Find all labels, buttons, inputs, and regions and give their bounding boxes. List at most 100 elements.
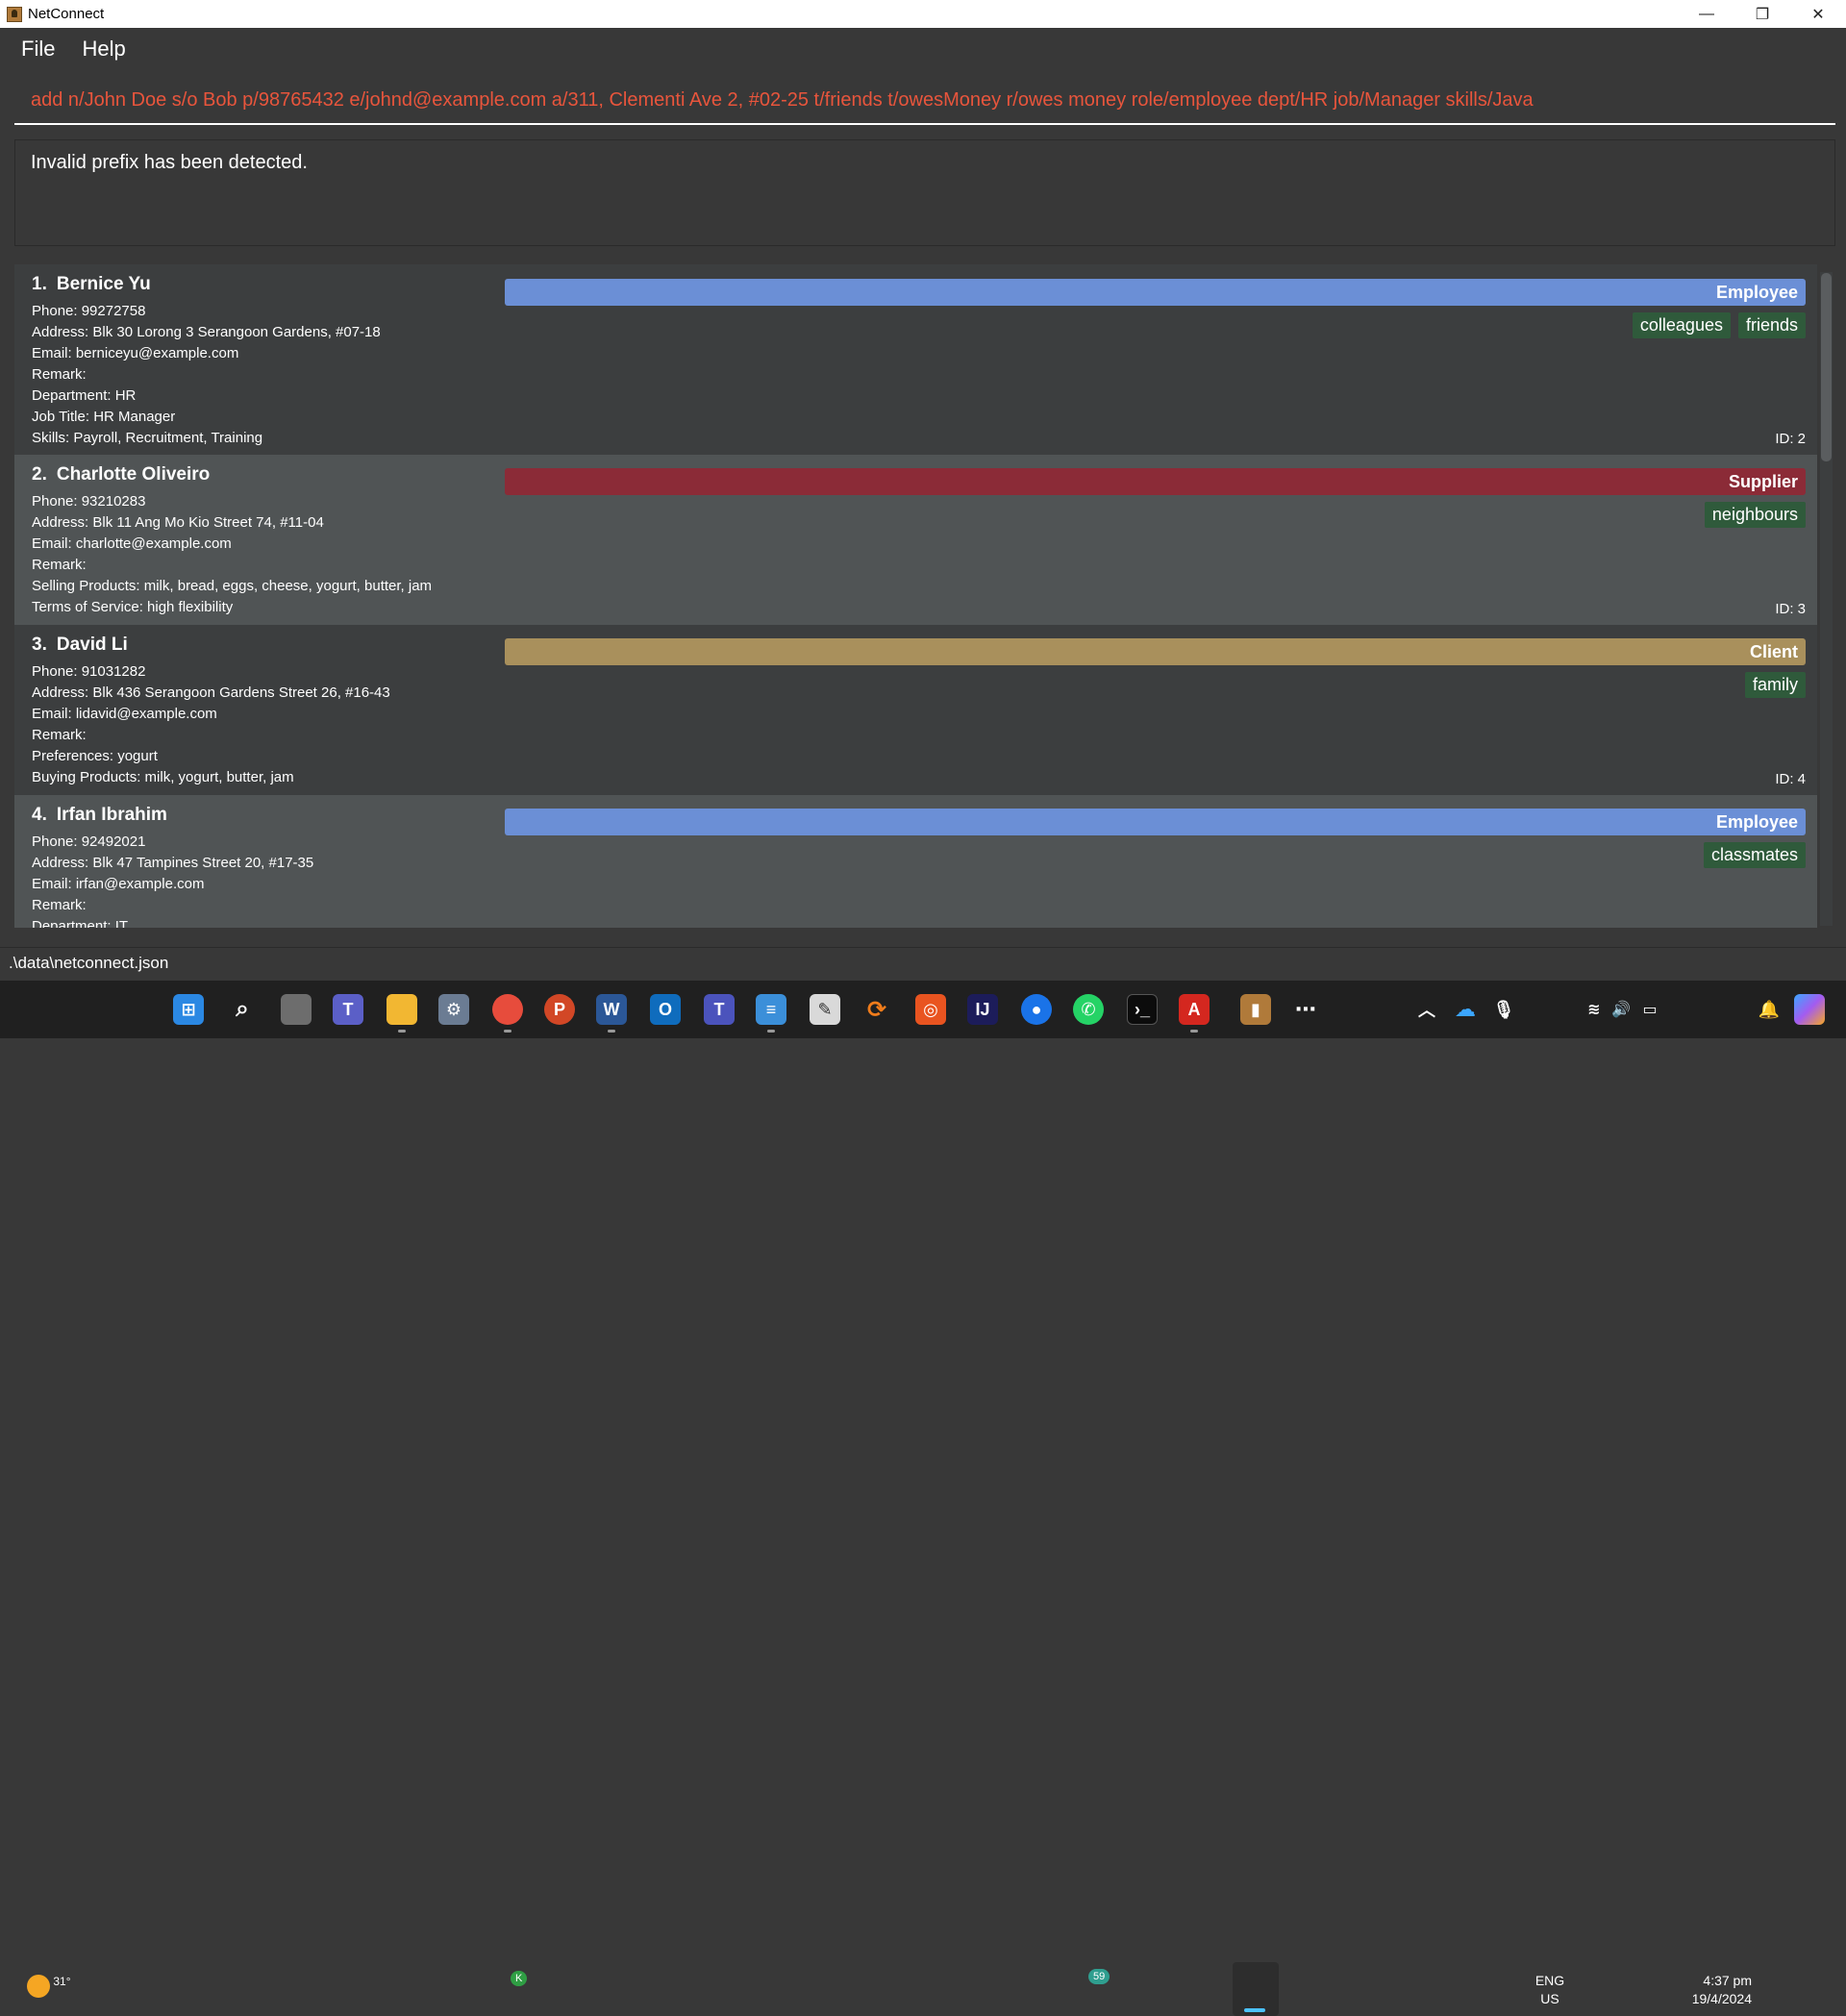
person-remark: Remark: bbox=[32, 727, 87, 743]
maps-icon[interactable]: ● bbox=[1021, 994, 1052, 1025]
menu-bar: File Help bbox=[0, 28, 1846, 69]
menu-file[interactable]: File bbox=[21, 37, 55, 62]
copilot-icon[interactable] bbox=[1794, 994, 1825, 1025]
netconnect-taskbar-icon[interactable]: ▮ bbox=[1240, 994, 1271, 1025]
start-icon[interactable]: ⊞ bbox=[173, 994, 204, 1025]
person-job-title: Job Title: HR Manager bbox=[32, 409, 176, 425]
status-bar: .\data\netconnect.json bbox=[0, 947, 1846, 978]
word-icon[interactable]: W bbox=[596, 994, 627, 1025]
sync-app-icon[interactable]: ⟳ bbox=[861, 994, 892, 1025]
weather-widget[interactable]: 31° bbox=[27, 1975, 71, 1998]
chrome-icon[interactable] bbox=[492, 994, 523, 1025]
task-view-icon[interactable] bbox=[281, 994, 312, 1025]
acrobat-icon[interactable]: A bbox=[1179, 994, 1210, 1025]
settings-icon[interactable]: ⚙ bbox=[438, 994, 469, 1025]
result-display: Invalid prefix has been detected. bbox=[14, 139, 1835, 246]
active-indicator bbox=[1244, 2008, 1265, 2012]
person-remark: Remark: bbox=[32, 897, 87, 913]
minimize-button[interactable]: — bbox=[1679, 0, 1734, 28]
person-card[interactable]: 1. Bernice Yu Phone: 99272758 Address: Bl… bbox=[14, 264, 1817, 455]
notification-bell-icon[interactable]: 🔔 bbox=[1754, 994, 1784, 1025]
language-indicator[interactable]: ENG US bbox=[1531, 1972, 1569, 2008]
command-text: add n/John Doe s/o Bob p/98765432 e/john… bbox=[31, 88, 1534, 111]
more-apps-icon[interactable]: ⋯ bbox=[1290, 994, 1321, 1025]
person-index: 4. bbox=[32, 805, 47, 825]
person-index: 2. bbox=[32, 464, 47, 485]
battery-icon[interactable]: ▭ bbox=[1634, 994, 1665, 1025]
running-indicator bbox=[398, 1030, 406, 1033]
person-id: ID: 4 bbox=[1775, 771, 1806, 787]
person-name: Irfan Ibrahim bbox=[56, 805, 167, 825]
file-editor-icon[interactable]: ✎ bbox=[810, 994, 840, 1025]
chevron-up-icon[interactable]: ︿ bbox=[1411, 994, 1442, 1025]
person-name: Charlotte Oliveiro bbox=[56, 464, 211, 485]
clock-date: 19/4/2024 bbox=[1691, 1991, 1752, 2006]
window-controls: — ❐ ✕ bbox=[1679, 0, 1846, 28]
role-badge: Supplier bbox=[505, 468, 1806, 495]
person-name: David Li bbox=[56, 635, 128, 655]
person-address: Address: Blk 30 Lorong 3 Serangoon Garde… bbox=[32, 324, 381, 340]
person-email: Email: irfan@example.com bbox=[32, 876, 205, 892]
person-buying-products: Buying Products: milk, yogurt, butter, j… bbox=[32, 769, 294, 785]
terminal-icon[interactable]: ›_ bbox=[1127, 994, 1158, 1025]
tag: colleagues bbox=[1632, 312, 1731, 338]
role-badge: Employee bbox=[505, 809, 1806, 835]
person-address: Address: Blk 11 Ang Mo Kio Street 74, #1… bbox=[32, 514, 324, 531]
tag-list: neighbours bbox=[1704, 502, 1806, 528]
person-selling-products: Selling Products: milk, bread, eggs, che… bbox=[32, 578, 433, 594]
close-button[interactable]: ✕ bbox=[1790, 0, 1846, 28]
person-list: 1. Bernice Yu Phone: 99272758 Address: Bl… bbox=[14, 264, 1817, 928]
teams-new-icon[interactable]: T bbox=[704, 994, 735, 1025]
search-icon[interactable]: ⌕ bbox=[227, 994, 258, 1025]
file-explorer-icon[interactable] bbox=[387, 994, 417, 1025]
tag: family bbox=[1744, 672, 1806, 698]
chrome-profile-badge: K bbox=[511, 1971, 528, 1986]
window-title: NetConnect bbox=[28, 6, 105, 22]
whatsapp-unread-badge: 59 bbox=[1088, 1969, 1110, 1984]
tag: neighbours bbox=[1704, 502, 1806, 528]
person-remark: Remark: bbox=[32, 557, 87, 573]
weather-icon bbox=[27, 1975, 50, 1998]
menu-help[interactable]: Help bbox=[82, 37, 125, 62]
language-code: ENG bbox=[1534, 1973, 1565, 1988]
running-indicator bbox=[1190, 1030, 1198, 1033]
notepad-icon[interactable]: ≡ bbox=[756, 994, 786, 1025]
person-id: ID: 2 bbox=[1775, 431, 1806, 447]
person-address: Address: Blk 47 Tampines Street 20, #17-… bbox=[32, 855, 314, 871]
powerpoint-icon[interactable]: P bbox=[544, 994, 575, 1025]
onedrive-icon[interactable]: ☁ bbox=[1450, 994, 1481, 1025]
running-indicator bbox=[767, 1030, 775, 1033]
outlook-icon[interactable]: O bbox=[650, 994, 681, 1025]
person-card[interactable]: 4. Irfan Ibrahim Phone: 92492021 Address:… bbox=[14, 795, 1817, 928]
title-bar: NetConnect — ❐ ✕ bbox=[0, 0, 1846, 28]
intellij-icon[interactable]: IJ bbox=[967, 994, 998, 1025]
tag: classmates bbox=[1703, 842, 1806, 868]
person-card[interactable]: 3. David Li Phone: 91031282 Address: Blk … bbox=[14, 625, 1817, 795]
clock-time: 4:37 pm bbox=[1703, 1973, 1752, 1988]
role-badge: Client bbox=[505, 638, 1806, 665]
app-icon bbox=[7, 6, 22, 22]
volume-icon[interactable]: 🔊 bbox=[1606, 994, 1636, 1025]
list-scrollbar-thumb[interactable] bbox=[1821, 273, 1832, 461]
clock[interactable]: 4:37 pm 19/4/2024 bbox=[1675, 1972, 1752, 2008]
ubuntu-icon[interactable]: ◎ bbox=[915, 994, 946, 1025]
maximize-button[interactable]: ❐ bbox=[1734, 0, 1790, 28]
running-indicator bbox=[504, 1030, 511, 1033]
person-preferences: Preferences: yogurt bbox=[32, 748, 158, 764]
microphone-icon[interactable]: 🎙 bbox=[1488, 994, 1519, 1025]
whatsapp-icon[interactable]: ✆ bbox=[1073, 994, 1104, 1025]
person-index: 3. bbox=[32, 635, 47, 655]
person-card[interactable]: 2. Charlotte Oliveiro Phone: 93210283 Add… bbox=[14, 455, 1817, 625]
person-remark: Remark: bbox=[32, 366, 87, 383]
running-indicator bbox=[608, 1030, 615, 1033]
tag-list: colleagues friends bbox=[1632, 312, 1806, 338]
person-name: Bernice Yu bbox=[56, 274, 151, 294]
person-email: Email: lidavid@example.com bbox=[32, 706, 217, 722]
command-input[interactable]: add n/John Doe s/o Bob p/98765432 e/john… bbox=[14, 77, 1835, 125]
os-taskbar: 31° ⊞ ⌕ T ⚙ K P W O T ≡ ✎ ⟳ ◎ IJ ● ✆ 59 … bbox=[0, 981, 1846, 2016]
person-email: Email: berniceyu@example.com bbox=[32, 345, 239, 361]
teams-icon[interactable]: T bbox=[333, 994, 363, 1025]
person-email: Email: charlotte@example.com bbox=[32, 535, 232, 552]
tag-list: classmates bbox=[1703, 842, 1806, 868]
role-badge: Employee bbox=[505, 279, 1806, 306]
